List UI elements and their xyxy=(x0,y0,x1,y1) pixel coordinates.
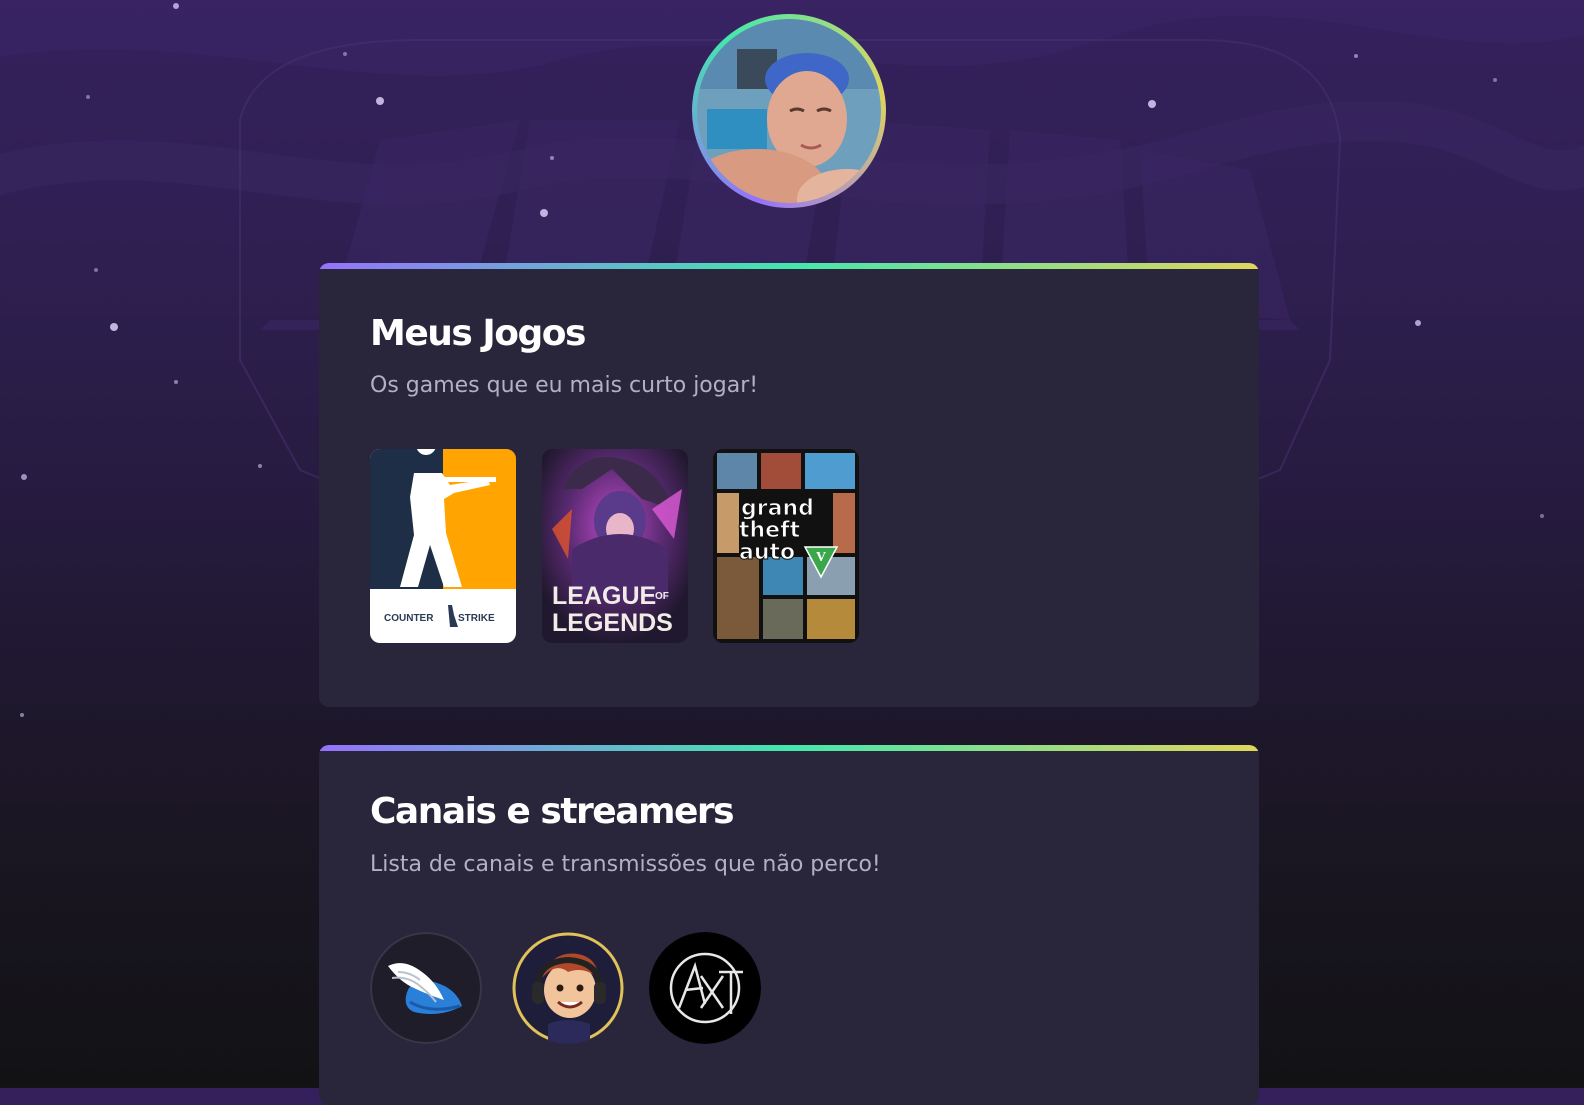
channel-avatar-axt[interactable] xyxy=(649,932,761,1044)
lol-logo-of: OF xyxy=(655,591,669,602)
gta-logo-badge: V xyxy=(816,550,826,565)
channel-avatar-wing-cap[interactable] xyxy=(370,932,482,1044)
channels-card: Canais e streamers Lista de canais e tra… xyxy=(319,745,1259,1105)
game-league-of-legends[interactable]: LEAGUE OF LEGENDS xyxy=(542,449,688,643)
games-card: Meus Jogos Os games que eu mais curto jo… xyxy=(319,263,1259,707)
lol-logo-line1: LEAGUE xyxy=(552,582,656,610)
cs-logo-left: COUNTER xyxy=(384,613,434,624)
games-subtitle: Os games que eu mais curto jogar! xyxy=(370,373,759,398)
profile-avatar xyxy=(692,14,886,208)
game-grand-theft-auto[interactable]: grand theft auto V xyxy=(713,449,859,643)
lol-logo-line2: LEGENDS xyxy=(552,609,673,637)
cs-logo-right: STRIKE xyxy=(458,613,495,624)
channel-avatar-streamer[interactable] xyxy=(512,932,624,1044)
game-counter-strike[interactable]: COUNTER STRIKE xyxy=(370,449,516,643)
channels-title: Canais e streamers xyxy=(370,791,735,832)
gta-logo-line3: auto xyxy=(739,540,795,565)
channels-subtitle: Lista de canais e transmissões que não p… xyxy=(370,852,881,877)
games-title: Meus Jogos xyxy=(370,313,586,354)
